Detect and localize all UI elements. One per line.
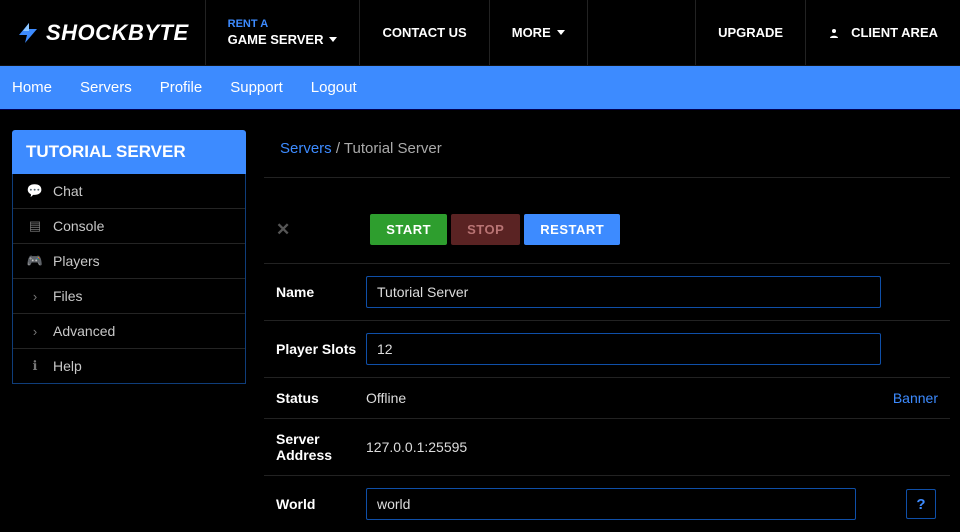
sidebar-item-label: Chat	[53, 183, 83, 199]
nav-rent-game-server[interactable]: RENT A GAME SERVER	[205, 0, 361, 65]
value-server-address: 127.0.0.1:25595	[366, 439, 938, 455]
nav-contact-label: CONTACT US	[382, 25, 466, 40]
caret-down-icon	[557, 30, 565, 35]
banner-link[interactable]: Banner	[893, 390, 938, 406]
caret-down-icon	[329, 37, 337, 42]
chevron-right-icon: ›	[27, 324, 43, 339]
nav-more[interactable]: MORE	[490, 0, 588, 65]
sidebar-item-chat[interactable]: 💬 Chat	[13, 174, 245, 209]
input-name[interactable]	[366, 276, 881, 308]
subnav-support[interactable]: Support	[230, 79, 283, 96]
top-navbar: SHOCKBYTE RENT A GAME SERVER CONTACT US …	[0, 0, 960, 66]
label-player-slots: Player Slots	[276, 341, 366, 357]
nav-client-area-label: CLIENT AREA	[851, 25, 938, 40]
sidebar-item-label: Console	[53, 218, 104, 234]
value-status: Offline	[366, 390, 893, 406]
nav-rent-main: GAME SERVER	[228, 32, 324, 47]
chevron-right-icon: ›	[27, 289, 43, 304]
label-world: World	[276, 496, 366, 512]
help-button[interactable]: ?	[906, 489, 936, 519]
nav-spacer	[588, 0, 695, 65]
info-icon: ℹ	[27, 358, 43, 374]
sub-navbar: Home Servers Profile Support Logout	[0, 66, 960, 110]
close-icon[interactable]: ✕	[276, 220, 290, 240]
sidebar-title: TUTORIAL SERVER	[12, 130, 246, 174]
nav-upgrade-label: UPGRADE	[718, 25, 783, 40]
breadcrumb-sep: /	[332, 140, 344, 157]
breadcrumb-current: Tutorial Server	[344, 140, 442, 157]
console-icon: ▤	[27, 218, 43, 234]
input-player-slots[interactable]	[366, 333, 881, 365]
label-status: Status	[276, 390, 366, 406]
subnav-profile[interactable]: Profile	[160, 79, 203, 96]
sidebar-item-help[interactable]: ℹ Help	[13, 349, 245, 383]
sidebar-item-console[interactable]: ▤ Console	[13, 209, 245, 244]
subnav-home[interactable]: Home	[12, 79, 52, 96]
brand-logo[interactable]: SHOCKBYTE	[0, 0, 205, 65]
breadcrumb: Servers / Tutorial Server	[264, 130, 950, 178]
sidebar-list: 💬 Chat ▤ Console 🎮 Players › Files › Adv…	[12, 174, 246, 384]
nav-client-area[interactable]: CLIENT AREA	[805, 0, 960, 65]
sidebar-item-players[interactable]: 🎮 Players	[13, 244, 245, 279]
input-world[interactable]	[366, 488, 856, 520]
chat-icon: 💬	[27, 183, 43, 199]
row-server-address: Server Address 127.0.0.1:25595	[264, 419, 950, 476]
sidebar-item-label: Help	[53, 358, 82, 374]
top-nav-left: RENT A GAME SERVER CONTACT US MORE	[205, 0, 588, 65]
stop-button[interactable]: STOP	[451, 214, 520, 245]
nav-more-label: MORE	[512, 25, 551, 40]
label-server-address: Server Address	[276, 431, 366, 463]
sidebar-item-label: Advanced	[53, 323, 115, 339]
sidebar-item-label: Files	[53, 288, 83, 304]
sidebar-item-label: Players	[53, 253, 100, 269]
control-row: ✕ START STOP RESTART	[264, 206, 950, 264]
row-status: Status Offline Banner	[264, 378, 950, 419]
nav-rent-small: RENT A	[228, 18, 338, 30]
start-button[interactable]: START	[370, 214, 447, 245]
top-nav-right: UPGRADE CLIENT AREA	[695, 0, 960, 65]
brand-text: SHOCKBYTE	[46, 20, 189, 46]
breadcrumb-servers-link[interactable]: Servers	[280, 140, 332, 157]
subnav-servers[interactable]: Servers	[80, 79, 132, 96]
server-panel: ✕ START STOP RESTART Name Player Slots S…	[264, 206, 950, 532]
row-world: World ?	[264, 476, 950, 532]
main-area: TUTORIAL SERVER 💬 Chat ▤ Console 🎮 Playe…	[0, 110, 960, 532]
label-name: Name	[276, 284, 366, 300]
subnav-logout[interactable]: Logout	[311, 79, 357, 96]
sidebar: TUTORIAL SERVER 💬 Chat ▤ Console 🎮 Playe…	[12, 130, 246, 532]
user-icon	[828, 27, 840, 39]
sidebar-item-files[interactable]: › Files	[13, 279, 245, 314]
content: Servers / Tutorial Server ✕ START STOP R…	[264, 130, 960, 532]
row-name: Name	[264, 264, 950, 321]
restart-button[interactable]: RESTART	[524, 214, 620, 245]
row-player-slots: Player Slots	[264, 321, 950, 378]
players-icon: 🎮	[27, 253, 43, 269]
sidebar-item-advanced[interactable]: › Advanced	[13, 314, 245, 349]
nav-contact-us[interactable]: CONTACT US	[360, 0, 489, 65]
nav-upgrade[interactable]: UPGRADE	[695, 0, 805, 65]
lightning-bolt-icon	[16, 21, 40, 45]
